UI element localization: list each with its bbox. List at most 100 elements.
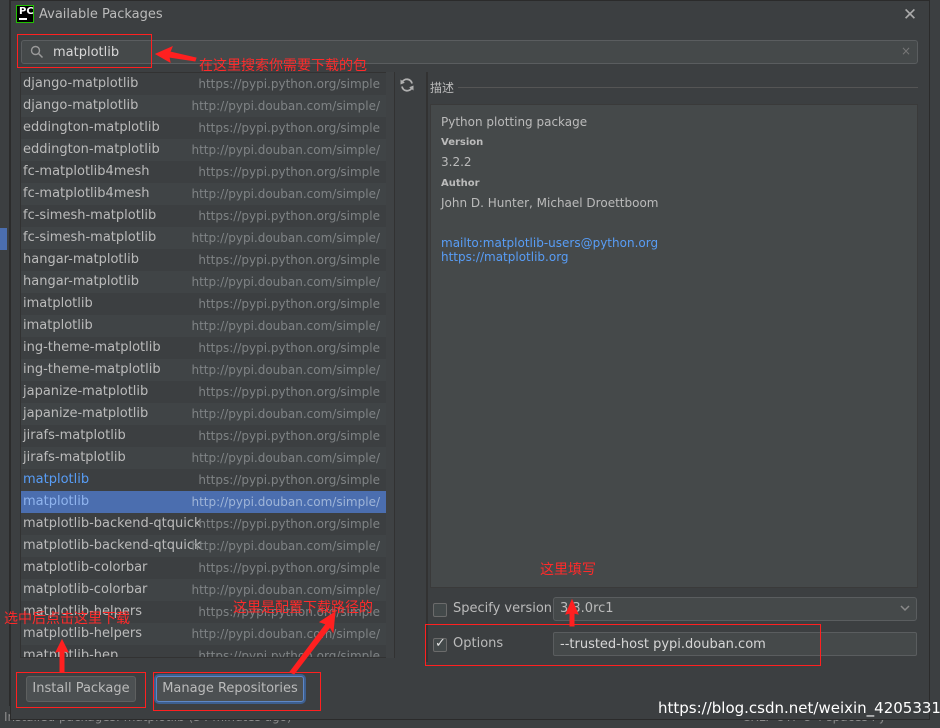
package-row[interactable]: ing-theme-matplotlib http://pypi.douban.c… <box>21 359 394 381</box>
specify-version-label: Specify version <box>453 601 553 616</box>
watermark: https://blog.csdn.net/weixin_42053312 <box>658 699 940 717</box>
package-repo: https://pypi.python.org/simple <box>198 649 380 658</box>
package-repo: https://pypi.python.org/simple <box>198 297 380 311</box>
package-repo: http://pypi.douban.com/simple/ <box>191 231 380 245</box>
package-repo: https://pypi.python.org/simple <box>198 121 380 135</box>
package-name: eddington-matplotlib <box>23 142 160 157</box>
package-row[interactable]: jirafs-matplotlib https://pypi.python.org… <box>21 425 394 447</box>
package-repo: https://pypi.python.org/simple <box>198 341 380 355</box>
search-input[interactable] <box>53 43 853 61</box>
package-row[interactable]: fc-matplotlib4mesh https://pypi.python.or… <box>21 161 394 183</box>
mailto-link[interactable]: mailto:matplotlib-users@python.org <box>441 236 907 250</box>
description-panel: Python plotting package Version 3.2.2 Au… <box>430 104 918 588</box>
package-name: matplotlib <box>23 472 90 487</box>
package-repo: https://pypi.python.org/simple <box>198 209 380 223</box>
package-row[interactable]: imatplotlib http://pypi.douban.com/simple… <box>21 315 394 337</box>
refresh-icon[interactable] <box>399 77 415 93</box>
package-name: eddington-matplotlib <box>23 120 160 135</box>
description-divider <box>458 87 918 88</box>
annotation-search-note: 在这里搜索你需要下载的包 <box>199 58 367 74</box>
search-field[interactable]: × <box>21 40 918 64</box>
annotation-box-manage <box>153 672 321 711</box>
package-name: fc-matplotlib4mesh <box>23 164 150 179</box>
dialog-titlebar: PC Available Packages ✕ <box>11 1 929 31</box>
package-row[interactable]: django-matplotlib https://pypi.python.org… <box>21 73 394 95</box>
package-name: django-matplotlib <box>23 98 139 113</box>
package-repo: https://pypi.python.org/simple <box>198 253 380 267</box>
annotation-config-note: 这里是配置下载路径的 <box>233 600 373 616</box>
package-name: ing-theme-matplotlib <box>23 362 161 377</box>
chevron-down-icon <box>900 605 910 612</box>
package-repo: http://pypi.douban.com/simple/ <box>191 275 380 289</box>
annotation-install-note: 选中后点击这里下载 <box>4 611 130 627</box>
package-row[interactable]: imatplotlib https://pypi.python.org/simpl… <box>21 293 394 315</box>
package-name: hangar-matplotlib <box>23 252 139 267</box>
ide-right-strip <box>930 0 940 728</box>
package-name: fc-simesh-matplotlib <box>23 208 157 223</box>
package-row[interactable]: matplotlib-backend-qtquick https://pypi.p… <box>21 513 394 535</box>
package-repo: http://pypi.douban.com/simple/ <box>191 407 380 421</box>
package-list-scrollbar[interactable] <box>386 72 394 658</box>
clear-search-icon[interactable]: × <box>901 44 911 58</box>
package-row[interactable]: eddington-matplotlib https://pypi.python.… <box>21 117 394 139</box>
package-row[interactable]: matplotlib https://pypi.python.org/simple <box>21 469 394 491</box>
package-repo: https://pypi.python.org/simple <box>198 77 380 91</box>
package-repo: https://pypi.python.org/simple <box>198 429 380 443</box>
package-name: jirafs-matplotlib <box>23 450 126 465</box>
package-row[interactable]: fc-simesh-matplotlib http://pypi.douban.c… <box>21 227 394 249</box>
package-name: fc-simesh-matplotlib <box>23 230 157 245</box>
package-row[interactable]: eddington-matplotlib http://pypi.douban.c… <box>21 139 394 161</box>
package-repo: http://pypi.douban.com/simple/ <box>191 187 380 201</box>
package-repo: https://pypi.python.org/simple <box>198 385 380 399</box>
package-row[interactable]: matplotlib-hep https://pypi.python.org/si… <box>21 645 394 658</box>
package-name: matplotlib-hep <box>23 648 119 658</box>
package-name: matplotlib-colorbar <box>23 582 148 597</box>
package-name: django-matplotlib <box>23 76 139 91</box>
package-name: ing-theme-matplotlib <box>23 340 161 355</box>
package-row[interactable]: matplotlib http://pypi.douban.com/simple/ <box>21 491 394 513</box>
package-repo: http://pypi.douban.com/simple/ <box>191 319 380 333</box>
ide-left-marker <box>0 228 7 250</box>
package-repo: http://pypi.douban.com/simple/ <box>191 99 380 113</box>
package-row[interactable]: matplotlib-backend-qtquick http://pypi.do… <box>21 535 394 557</box>
package-row[interactable]: fc-simesh-matplotlib https://pypi.python.… <box>21 205 394 227</box>
package-name: japanize-matplotlib <box>23 384 149 399</box>
package-row[interactable]: japanize-matplotlib https://pypi.python.o… <box>21 381 394 403</box>
package-row[interactable]: jirafs-matplotlib http://pypi.douban.com/… <box>21 447 394 469</box>
package-summary: Python plotting package <box>441 115 588 129</box>
package-repo: http://pypi.douban.com/simple/ <box>191 143 380 157</box>
package-name: japanize-matplotlib <box>23 406 149 421</box>
package-row[interactable]: japanize-matplotlib http://pypi.douban.co… <box>21 403 394 425</box>
package-row[interactable]: matplotlib-colorbar https://pypi.python.o… <box>21 557 394 579</box>
package-repo: http://pypi.douban.com/simple/ <box>191 495 380 509</box>
package-row[interactable]: hangar-matplotlib https://pypi.python.org… <box>21 249 394 271</box>
version-value: 3.2.2 <box>441 155 472 169</box>
version-select[interactable]: 3.3.0rc1 <box>553 597 917 621</box>
version-select-value: 3.3.0rc1 <box>560 601 614 616</box>
annotation-fill-note: 这里填写 <box>540 562 596 578</box>
annotation-box-search <box>17 34 152 68</box>
dialog-title: Available Packages <box>39 7 163 22</box>
author-value: John D. Hunter, Michael Droettboom <box>441 196 659 210</box>
package-repo: http://pypi.douban.com/simple/ <box>191 627 380 641</box>
annotation-box-options <box>425 624 821 666</box>
homepage-link[interactable]: https://matplotlib.org <box>441 250 907 264</box>
package-repo: http://pypi.douban.com/simple/ <box>191 363 380 377</box>
package-row[interactable]: hangar-matplotlib http://pypi.douban.com/… <box>21 271 394 293</box>
package-row[interactable]: ing-theme-matplotlib https://pypi.python.… <box>21 337 394 359</box>
author-key: Author <box>441 178 480 189</box>
description-label: 描述 <box>430 81 455 95</box>
package-name: matplotlib-backend-qtquick <box>23 538 202 553</box>
package-repo: http://pypi.douban.com/simple/ <box>191 451 380 465</box>
package-name: hangar-matplotlib <box>23 274 139 289</box>
specify-version-checkbox[interactable] <box>433 603 447 617</box>
package-row[interactable]: django-matplotlib http://pypi.douban.com/… <box>21 95 394 117</box>
package-repo: https://pypi.python.org/simple <box>198 561 380 575</box>
package-repo: https://pypi.python.org/simple <box>198 165 380 179</box>
package-name: imatplotlib <box>23 296 93 311</box>
package-repo: https://pypi.python.org/simple <box>198 473 380 487</box>
package-list[interactable]: django-matplotlib https://pypi.python.org… <box>20 72 395 658</box>
package-row[interactable]: fc-matplotlib4mesh http://pypi.douban.com… <box>21 183 394 205</box>
close-icon[interactable]: ✕ <box>901 5 919 25</box>
package-name: matplotlib <box>23 494 90 509</box>
